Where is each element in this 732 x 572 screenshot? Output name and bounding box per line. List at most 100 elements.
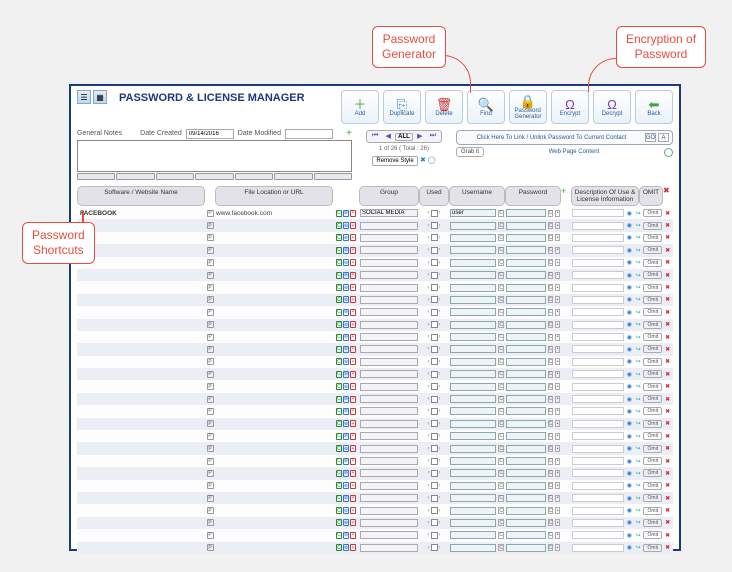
used-next-icon[interactable]: › <box>439 210 441 216</box>
used-checkbox[interactable] <box>431 334 438 341</box>
row-link-icon[interactable]: ↪ <box>635 519 642 526</box>
password-input[interactable] <box>506 482 546 490</box>
group-input[interactable] <box>360 420 418 428</box>
password-copy[interactable]: C <box>548 445 554 452</box>
description-input[interactable] <box>572 271 624 279</box>
username-input[interactable] <box>450 296 496 304</box>
group-input[interactable] <box>360 544 418 552</box>
url-action-a[interactable]: C <box>336 396 342 403</box>
password-input[interactable] <box>506 333 546 341</box>
username-copy[interactable]: C <box>498 470 504 477</box>
username-copy[interactable]: C <box>498 296 504 303</box>
password-more[interactable]: • <box>555 408 560 415</box>
username-copy[interactable]: C <box>498 445 504 452</box>
row-delete-icon[interactable]: ✖ <box>664 234 671 241</box>
omit-button[interactable]: Omit <box>643 395 662 403</box>
password-input[interactable] <box>506 234 546 242</box>
username-copy[interactable]: C <box>498 383 504 390</box>
used-prev-icon[interactable]: ‹ <box>428 470 430 476</box>
p-shortcut-button[interactable]: P <box>207 371 214 378</box>
row-info-icon[interactable]: ◉ <box>626 358 633 365</box>
url-action-a[interactable]: C <box>336 507 342 514</box>
username-input[interactable] <box>450 284 496 292</box>
row-link-icon[interactable]: ↪ <box>635 296 642 303</box>
password-input[interactable] <box>506 284 546 292</box>
group-input[interactable] <box>360 321 418 329</box>
row-link-icon[interactable]: ↪ <box>635 284 642 291</box>
username-input[interactable] <box>450 432 496 440</box>
used-checkbox[interactable] <box>431 507 438 514</box>
used-next-icon[interactable]: › <box>439 483 441 489</box>
username-copy[interactable]: C <box>498 519 504 526</box>
url-action-b[interactable]: ⊕ <box>343 532 349 539</box>
url-action-c[interactable]: • <box>350 458 356 465</box>
username-copy[interactable]: C <box>498 408 504 415</box>
row-delete-icon[interactable]: ✖ <box>664 433 671 440</box>
row-link-icon[interactable]: ↪ <box>635 458 642 465</box>
url-action-c[interactable]: • <box>350 408 356 415</box>
description-input[interactable] <box>572 259 624 267</box>
row-link-icon[interactable]: ↪ <box>635 433 642 440</box>
url-action-a[interactable]: C <box>336 272 342 279</box>
p-shortcut-button[interactable]: P <box>207 247 214 254</box>
url-action-c[interactable]: • <box>350 445 356 452</box>
used-prev-icon[interactable]: ‹ <box>428 520 430 526</box>
username-input[interactable] <box>450 222 496 230</box>
row-link-icon[interactable]: ↪ <box>635 358 642 365</box>
username-input[interactable] <box>450 209 496 217</box>
description-input[interactable] <box>572 370 624 378</box>
row-info-icon[interactable]: ◉ <box>626 383 633 390</box>
row-info-icon[interactable]: ◉ <box>626 371 633 378</box>
omit-button[interactable]: Omit <box>643 296 662 304</box>
url-action-a[interactable]: C <box>336 470 342 477</box>
row-info-icon[interactable]: ◉ <box>626 396 633 403</box>
used-checkbox[interactable] <box>431 210 438 217</box>
url-action-b[interactable]: ⊕ <box>343 519 349 526</box>
column-delete-icon[interactable]: ✖ <box>663 186 673 206</box>
username-copy[interactable]: C <box>498 482 504 489</box>
password-more[interactable]: • <box>555 495 560 502</box>
notes-tab-3[interactable] <box>156 173 194 180</box>
password-input[interactable] <box>506 457 546 465</box>
used-next-icon[interactable]: › <box>439 309 441 315</box>
username-copy[interactable]: C <box>498 371 504 378</box>
used-prev-icon[interactable]: ‹ <box>428 371 430 377</box>
row-delete-icon[interactable]: ✖ <box>664 210 671 217</box>
used-prev-icon[interactable]: ‹ <box>428 309 430 315</box>
column-password[interactable]: Password <box>505 186 561 206</box>
url-action-b[interactable]: ⊕ <box>343 445 349 452</box>
password-input[interactable] <box>506 445 546 453</box>
row-delete-icon[interactable]: ✖ <box>664 507 671 514</box>
url-action-c[interactable]: • <box>350 482 356 489</box>
p-shortcut-button[interactable]: P <box>207 259 214 266</box>
url-action-b[interactable]: ⊕ <box>343 210 349 217</box>
row-link-icon[interactable]: ↪ <box>635 321 642 328</box>
row-delete-icon[interactable]: ✖ <box>664 247 671 254</box>
used-next-icon[interactable]: › <box>439 408 441 414</box>
group-input[interactable] <box>360 271 418 279</box>
password-input[interactable] <box>506 308 546 316</box>
omit-button[interactable]: Omit <box>643 383 662 391</box>
notes-tab-5[interactable] <box>235 173 273 180</box>
omit-button[interactable]: Omit <box>643 234 662 242</box>
used-checkbox[interactable] <box>431 371 438 378</box>
column-username[interactable]: Username <box>449 186 505 206</box>
used-checkbox[interactable] <box>431 358 438 365</box>
row-link-icon[interactable]: ↪ <box>635 495 642 502</box>
url-action-c[interactable]: • <box>350 309 356 316</box>
password-more[interactable]: • <box>555 296 560 303</box>
description-input[interactable] <box>572 407 624 415</box>
grab-button[interactable]: Grab it <box>456 147 484 157</box>
used-checkbox[interactable] <box>431 544 438 551</box>
description-input[interactable] <box>572 482 624 490</box>
row-info-icon[interactable]: ◉ <box>626 532 633 539</box>
used-checkbox[interactable] <box>431 470 438 477</box>
password-copy[interactable]: C <box>548 321 554 328</box>
omit-button[interactable]: Omit <box>643 420 662 428</box>
used-prev-icon[interactable]: ‹ <box>428 495 430 501</box>
group-input[interactable] <box>360 234 418 242</box>
used-checkbox[interactable] <box>431 519 438 526</box>
url-action-c[interactable]: • <box>350 284 356 291</box>
row-info-icon[interactable]: ◉ <box>626 495 633 502</box>
password-copy[interactable]: C <box>548 383 554 390</box>
